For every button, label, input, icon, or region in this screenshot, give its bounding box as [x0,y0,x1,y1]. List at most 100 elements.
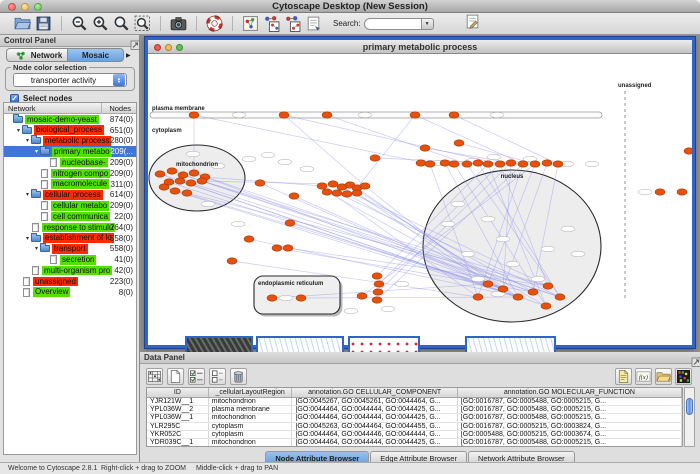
search-dropdown-arrow[interactable]: ▼ [422,18,434,30]
graph-node[interactable] [178,172,188,178]
graph-node[interactable] [279,112,289,118]
search-input[interactable] [364,18,422,30]
minimized-window-2[interactable] [256,336,344,352]
graph-node[interactable] [506,160,516,166]
tree-row[interactable]: secretion41(0) [4,254,136,265]
overview-icon[interactable] [242,15,259,32]
annotation-icon[interactable] [464,13,481,30]
graph-node[interactable] [542,160,552,166]
graph-node[interactable] [244,236,254,242]
graph-node[interactable] [357,293,367,299]
tab-network[interactable]: Network [6,48,68,62]
table-scrollbar[interactable] [684,387,695,447]
tree-row[interactable]: unassigned223(0) [4,276,136,287]
graph-node[interactable] [289,193,299,199]
tree-row[interactable]: macromolecule311(0) [4,179,136,190]
graph-node[interactable] [543,283,553,289]
graph-node[interactable] [272,245,282,251]
tree-column-network[interactable]: Network [8,104,36,113]
dp-matrix-icon[interactable] [675,368,692,385]
graph-node[interactable] [677,189,687,195]
graph-node[interactable] [189,112,199,118]
graph-node[interactable] [420,145,430,151]
graph-node[interactable] [197,178,207,184]
table-column-header[interactable]: annotation.GO MOLECULAR_FUNCTION [458,388,682,397]
tree-expander-icon[interactable]: ▾ [24,235,31,242]
select-mode-icon[interactable] [263,15,280,32]
graph-node[interactable] [285,220,295,226]
graph-node[interactable] [186,180,196,186]
graph-node[interactable] [189,170,199,176]
tree-row[interactable]: cellular metabo209(0) [4,200,136,211]
graph-node[interactable] [655,189,665,195]
graph-node[interactable] [373,289,383,295]
graph-node[interactable] [518,161,528,167]
graph-node[interactable] [167,168,177,174]
table-row[interactable]: YKR052Ccytoplasm[GO:0044464, GO:0044446,… [147,431,682,439]
graph-node[interactable] [541,303,551,309]
tree-column-nodes[interactable]: Nodes [109,104,131,113]
tree-row[interactable]: ▾biological_process651(0) [4,125,136,136]
table-column-header[interactable]: annotation.GO CELLULAR_COMPONENT [292,388,457,397]
graph-node[interactable] [454,140,464,146]
snapshot-icon[interactable] [170,15,187,32]
graph-node[interactable] [155,171,165,177]
graph-node[interactable] [473,160,483,166]
minimized-window-4[interactable] [465,336,556,352]
table-row[interactable]: YPL036W__2plasma membrane[GO:0044464, GO… [147,406,682,414]
zoom-in-icon[interactable] [92,15,109,32]
tab-mosaic[interactable]: Mosaic [68,48,124,62]
tab-overflow-arrow[interactable]: ▶ [126,48,131,62]
table-row[interactable]: YJR121W__1mitochondrion[GO:0045267, GO:0… [147,398,682,406]
tree-expander-icon[interactable]: ▾ [33,148,40,155]
zoom-selected-icon[interactable] [134,15,151,32]
tree-row[interactable]: ▾metabolic process280(0) [4,136,136,147]
graph-node[interactable] [317,183,327,189]
tree-row[interactable]: ▾establishment of lo558(0) [4,233,136,244]
dp-open-icon[interactable] [655,368,672,385]
graph-node[interactable] [410,112,420,118]
graph-node[interactable] [283,245,293,251]
graph-node[interactable] [684,148,692,154]
graph-node[interactable] [182,190,192,196]
float-panel-icon[interactable] [126,36,136,46]
graph-node[interactable] [322,189,332,195]
graph-node[interactable] [555,294,565,300]
graph-node[interactable] [528,289,538,295]
graph-node[interactable] [352,190,362,196]
graph-node[interactable] [416,160,426,166]
network-view-titlebar[interactable]: primary metabolic process [148,40,692,54]
open-icon[interactable] [14,15,31,32]
dp-new-attribute-icon[interactable] [167,368,184,385]
tree-row[interactable]: ▾primary metabo209(... [4,146,136,157]
graph-node[interactable] [159,184,169,190]
graph-node[interactable] [513,294,523,300]
table-row[interactable]: YPL036W__1mitochondrion[GO:0044464, GO:0… [147,414,682,422]
dp-select-attributes-icon[interactable] [188,368,205,385]
table-row[interactable]: YDR039C__1mitochondrion[GO:0044464, GO:0… [147,439,682,447]
network-canvas[interactable]: plasma membranecytoplasmmitochondrionnuc… [148,54,692,345]
graph-node[interactable] [227,258,237,264]
graph-node[interactable] [483,281,493,287]
graph-node[interactable] [175,178,185,184]
tree-row[interactable]: cell communica22(0) [4,211,136,222]
tree-row[interactable]: multi-organism pro42(0) [4,265,136,276]
graph-node[interactable] [322,112,332,118]
graph-node[interactable] [332,190,342,196]
tree-expander-icon[interactable]: ▾ [24,191,31,198]
tree-row[interactable]: ▾transport558(0) [4,244,136,255]
tree-expander-icon[interactable]: ▾ [15,127,22,134]
graph-node[interactable] [328,181,338,187]
tree-row[interactable]: mosaic-demo-yeast874(0) [4,114,136,125]
graph-node[interactable] [372,297,382,303]
graph-node[interactable] [370,155,380,161]
tree-row[interactable]: nitrogen compo209(0) [4,168,136,179]
table-row[interactable]: YLR295Ccytoplasm[GO:0045263, GO:0044464,… [147,423,682,431]
minimized-window-1[interactable] [185,336,253,352]
graph-node[interactable] [483,161,493,167]
graph-node[interactable] [360,183,370,189]
graph-node[interactable] [440,160,450,166]
edit-mode-icon[interactable] [284,15,301,32]
graph-node[interactable] [449,112,459,118]
zoom-out-icon[interactable] [71,15,88,32]
